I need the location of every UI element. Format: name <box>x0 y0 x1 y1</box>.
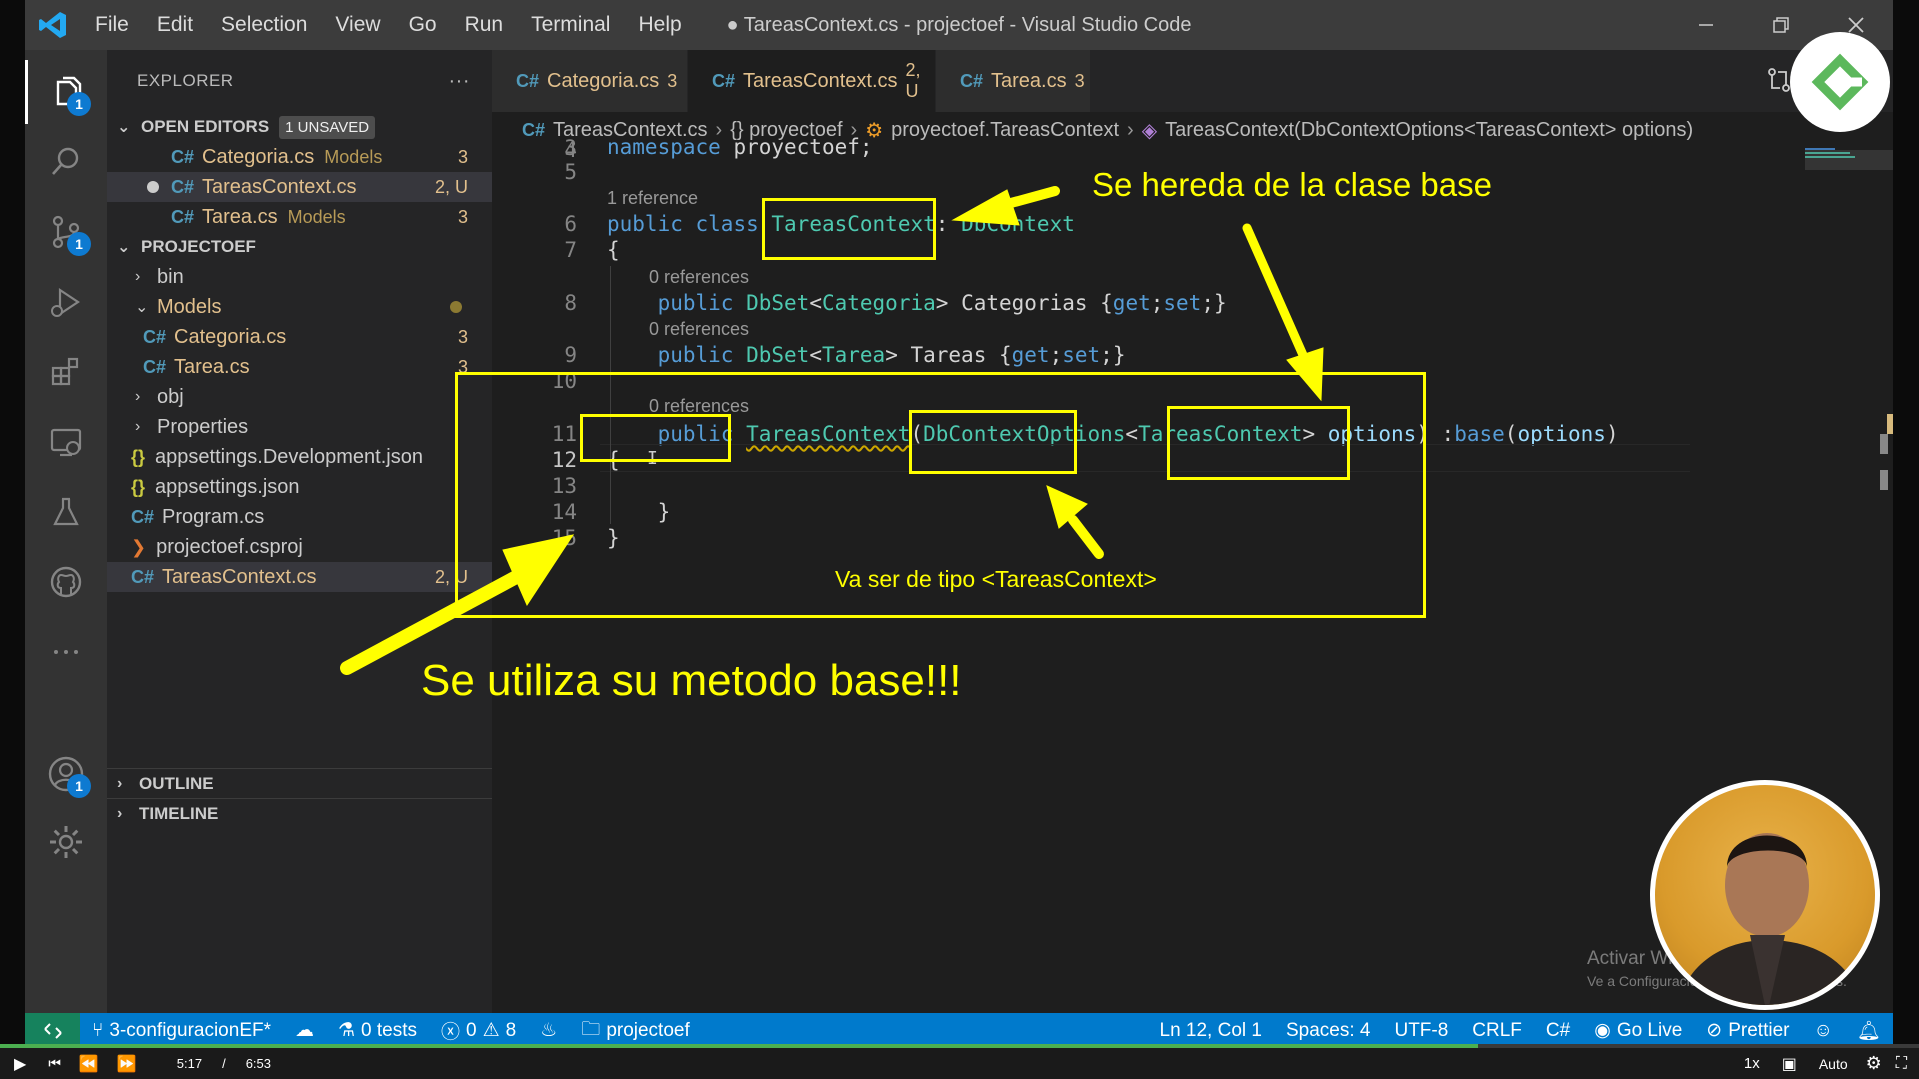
quality-selector[interactable]: Auto <box>1819 1056 1848 1072</box>
vscode-window: File Edit Selection View Go Run Terminal… <box>25 0 1893 1048</box>
arrow-to-generic <box>1046 485 1104 559</box>
video-player-controls: ▶ ⏮ ⏪ ⏩ 5:17 / 6:53 1x ▣ Auto ⚙ ⛶ <box>0 1048 1919 1079</box>
total-time: 6:53 <box>245 1056 272 1071</box>
time-separator: / <box>222 1056 226 1071</box>
presenter-image <box>1677 833 1863 1005</box>
video-left-border <box>0 0 25 1079</box>
settings-gear-icon[interactable]: ⚙ <box>1866 1053 1882 1074</box>
current-time: 5:17 <box>176 1056 203 1071</box>
forward-button[interactable]: ⏩ <box>117 1054 137 1074</box>
previous-button[interactable]: ⏮ <box>48 1055 61 1072</box>
channel-logo-icon <box>1811 53 1869 111</box>
arrow-to-code <box>340 534 575 675</box>
rewind-button[interactable]: ⏪ <box>79 1054 99 1074</box>
video-right-border <box>1893 0 1919 1079</box>
pip-button[interactable]: ▣ <box>1782 1054 1797 1074</box>
annotation-arrows <box>340 186 1324 675</box>
arrow-to-base <box>1242 223 1324 402</box>
playback-speed[interactable]: 1x <box>1744 1055 1760 1072</box>
play-button[interactable]: ▶ <box>14 1054 26 1074</box>
channel-logo <box>1790 32 1890 132</box>
arrow-to-dbcontext <box>951 186 1060 226</box>
webcam-overlay <box>1650 780 1880 1010</box>
fullscreen-button[interactable]: ⛶ <box>1896 1055 1907 1073</box>
